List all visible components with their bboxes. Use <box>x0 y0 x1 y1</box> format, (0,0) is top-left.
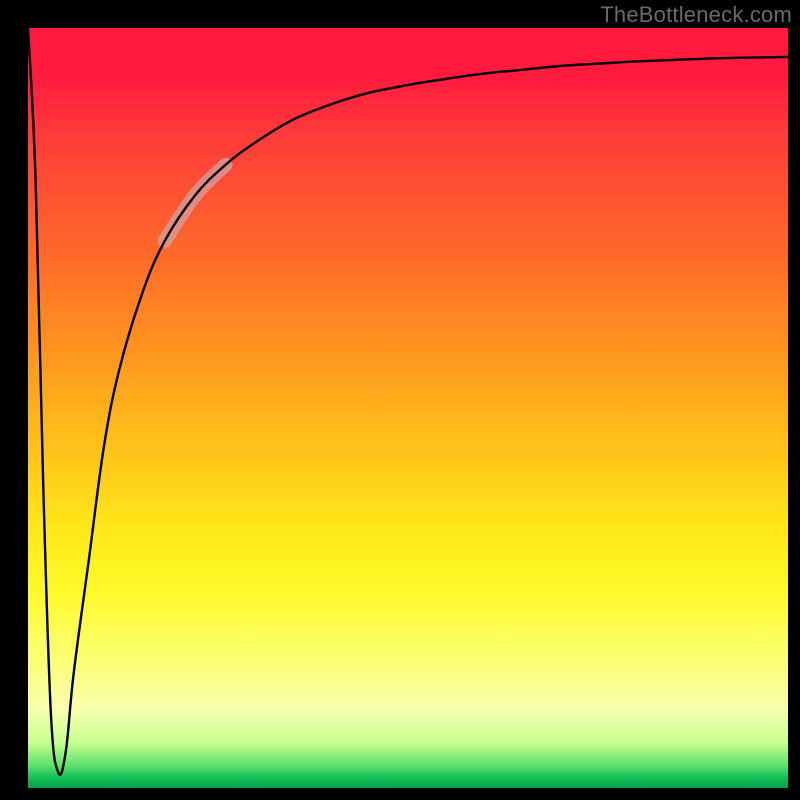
plot-area <box>28 28 788 788</box>
bottleneck-curve <box>28 28 788 775</box>
watermark-text: TheBottleneck.com <box>600 2 792 28</box>
chart-frame: TheBottleneck.com <box>0 0 800 800</box>
curve-highlight-segment <box>165 165 226 241</box>
curve-layer <box>28 28 788 788</box>
